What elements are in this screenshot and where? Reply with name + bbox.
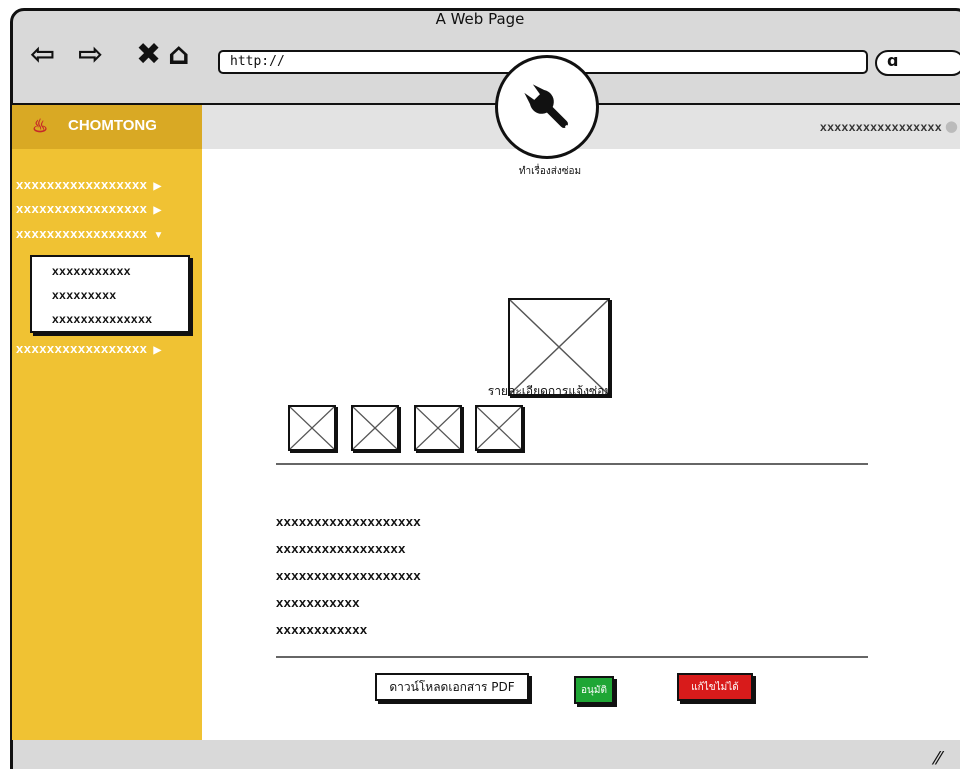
thumbnail-placeholder-4[interactable]	[475, 405, 523, 451]
submenu-item-1[interactable]: xxxxxxxxxxx	[52, 264, 131, 278]
sidebar: ♨ CHOMTONG xxxxxxxxxxxxxxxxx ▶ xxxxxxxxx…	[12, 105, 202, 740]
sidebar-item-label: xxxxxxxxxxxxxxxxx	[16, 226, 148, 241]
browser-search-box[interactable]: ɑ	[875, 50, 960, 76]
chevron-down-icon: ▼	[153, 230, 164, 241]
user-icon[interactable]: ●	[945, 117, 958, 135]
home-icon[interactable]: ⌂	[168, 40, 189, 70]
repair-request-caption: ทำเรื่องส่งซ่อม	[518, 166, 582, 177]
thumbnail-placeholder-2[interactable]	[351, 405, 399, 451]
repair-request-icon-button[interactable]	[495, 55, 599, 159]
sidebar-item-3[interactable]: xxxxxxxxxxxxxxxxx ▼	[12, 226, 202, 246]
crest-logo-icon: ♨	[32, 116, 49, 136]
sidebar-item-label: xxxxxxxxxxxxxxxxx	[16, 341, 148, 356]
divider-bottom	[276, 656, 868, 658]
user-name[interactable]: xxxxxxxxxxxxxxxxx	[820, 120, 942, 134]
download-pdf-button[interactable]: ดาวน์โหลดเอกสาร PDF	[375, 673, 529, 701]
sidebar-item-label: xxxxxxxxxxxxxxxxx	[16, 177, 148, 192]
wrench-icon	[524, 84, 569, 129]
search-icon: ɑ	[887, 51, 899, 70]
brand-bar[interactable]: ♨ CHOMTONG	[12, 105, 202, 149]
sidebar-item-4[interactable]: xxxxxxxxxxxxxxxxx ▶	[12, 341, 202, 361]
chevron-right-icon: ▶	[153, 181, 162, 192]
forward-arrow-icon[interactable]: ⇨	[78, 40, 103, 70]
close-icon[interactable]: ✖	[136, 40, 161, 70]
detail-line-5: xxxxxxxxxxxx	[276, 622, 368, 637]
back-arrow-icon[interactable]: ⇦	[30, 40, 55, 70]
chevron-right-icon: ▶	[153, 205, 162, 216]
submenu-item-3[interactable]: xxxxxxxxxxxxxx	[52, 312, 152, 326]
chevron-right-icon: ▶	[153, 345, 162, 356]
detail-line-4: xxxxxxxxxxx	[276, 595, 360, 610]
sidebar-submenu: xxxxxxxxxxx xxxxxxxxx xxxxxxxxxxxxxx	[30, 255, 190, 333]
divider-top	[276, 463, 868, 465]
window-title: A Web Page	[435, 10, 525, 28]
thumbnail-placeholder-3[interactable]	[414, 405, 462, 451]
brand-name: CHOMTONG	[68, 117, 157, 134]
detail-line-1: xxxxxxxxxxxxxxxxxxx	[276, 514, 421, 529]
detail-line-3: xxxxxxxxxxxxxxxxxxx	[276, 568, 421, 583]
sidebar-item-label: xxxxxxxxxxxxxxxxx	[16, 201, 148, 216]
submenu-item-2[interactable]: xxxxxxxxx	[52, 288, 117, 302]
sidebar-item-1[interactable]: xxxxxxxxxxxxxxxxx ▶	[12, 177, 202, 197]
cannot-repair-button[interactable]: แก้ไขไม่ได้	[677, 673, 753, 701]
detail-line-2: xxxxxxxxxxxxxxxxx	[276, 541, 406, 556]
approve-button[interactable]: อนุมัติ	[574, 676, 614, 704]
details-section-title: รายละเอียดการแจ้งซ่อม	[487, 384, 613, 398]
sidebar-item-2[interactable]: xxxxxxxxxxxxxxxxx ▶	[12, 201, 202, 221]
resize-handle-icon[interactable]: ⁄⁄	[935, 748, 941, 769]
thumbnail-placeholder-1[interactable]	[288, 405, 336, 451]
